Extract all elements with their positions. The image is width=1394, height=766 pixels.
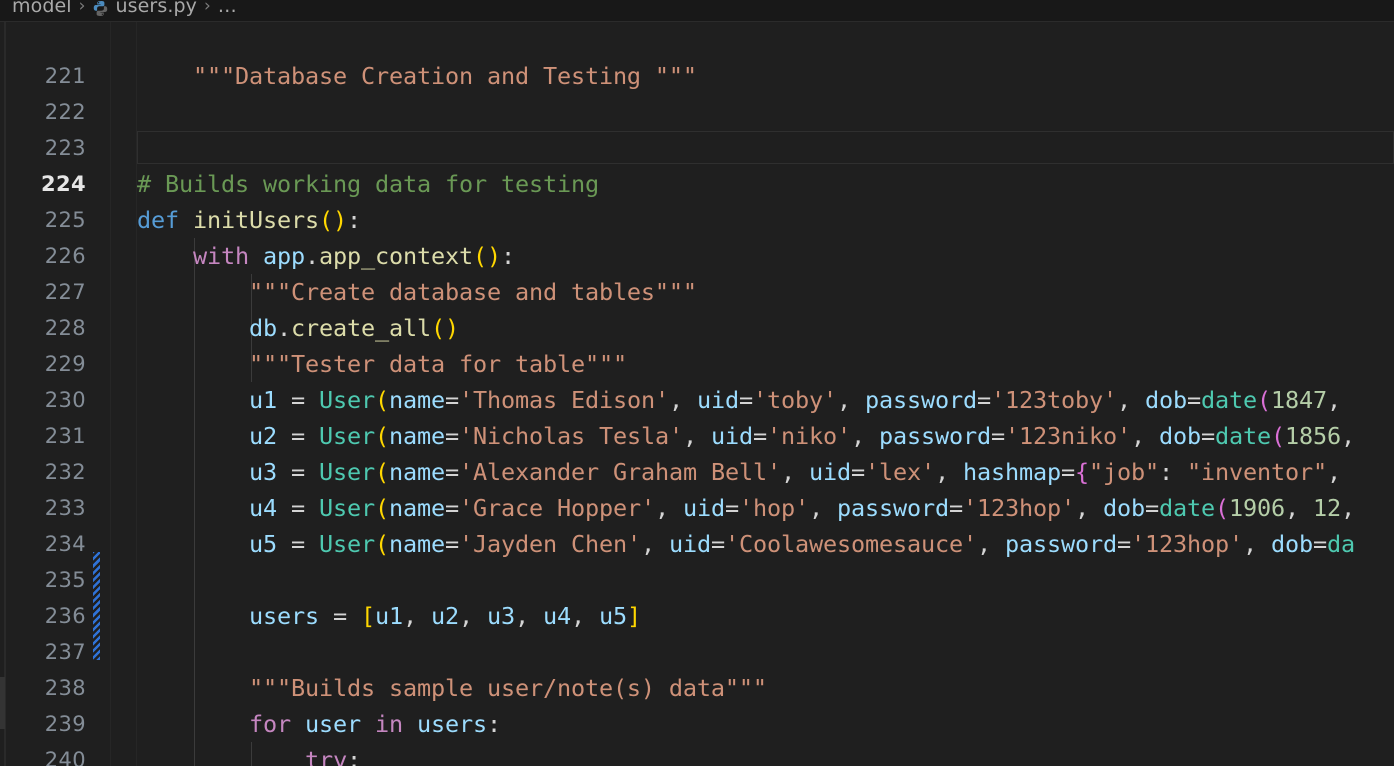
indent-guide (194, 634, 195, 670)
editor-left-scroll-thumb[interactable] (0, 677, 5, 729)
code-text: """Builds sample user/note(s) data""" (137, 674, 767, 702)
active-line-highlight (137, 131, 1394, 164)
git-modified-gutter-indicator[interactable] (93, 552, 100, 660)
code-editor[interactable]: 221 222 """Database Creation and Testing… (0, 22, 1394, 766)
editor-window: model › users.py › … 221 222 """Database… (0, 0, 1394, 766)
breadcrumb-item-symbol[interactable]: … (218, 0, 237, 17)
code-text: """Database Creation and Testing """ (137, 62, 697, 90)
code-line[interactable]: 241 try: (0, 742, 1394, 766)
code-line[interactable]: 240 for user in users: (0, 706, 1394, 766)
code-line[interactable]: 229 db.create_all() (0, 310, 1394, 376)
code-line-active[interactable]: 224 (0, 130, 1394, 196)
code-line[interactable]: 235 u5 = User(name='Jayden Chen', uid='C… (0, 526, 1394, 592)
code-text: # Builds working data for testing (137, 170, 599, 198)
code-line[interactable]: 221 (0, 22, 1394, 88)
gutter-separator-2 (136, 22, 137, 766)
code-line[interactable]: 231 u1 = User(name='Thomas Edison', uid=… (0, 382, 1394, 448)
code-text: u2 = User(name='Nicholas Tesla', uid='ni… (249, 422, 1355, 450)
code-text: u3 = User(name='Alexander Graham Bell', … (249, 458, 1341, 486)
gutter-separator-1 (110, 22, 111, 766)
code-line[interactable]: 227 with app.app_context(): (0, 238, 1394, 304)
code-line[interactable]: 230 """Tester data for table""" (0, 346, 1394, 412)
code-line[interactable]: 225 # Builds working data for testing (0, 166, 1394, 232)
code-text: users = [u1, u2, u3, u4, u5] (249, 602, 641, 630)
code-line[interactable]: 226 def initUsers(): (0, 202, 1394, 268)
code-text: for user in users: (249, 710, 501, 738)
code-line[interactable]: 228 """Create database and tables""" (0, 274, 1394, 340)
breadcrumb-item-model[interactable]: model (12, 0, 72, 17)
python-file-icon (92, 0, 109, 17)
code-line[interactable]: 237 users = [u1, u2, u3, u4, u5] (0, 598, 1394, 664)
breadcrumb-separator-2: › (203, 0, 211, 16)
editor-left-border (4, 22, 6, 766)
code-line[interactable]: 233 u3 = User(name='Alexander Graham Bel… (0, 454, 1394, 520)
code-text: u5 = User(name='Jayden Chen', uid='Coola… (249, 530, 1355, 558)
code-line[interactable]: 222 """Database Creation and Testing """ (0, 58, 1394, 124)
code-text: db.create_all() (249, 314, 459, 342)
code-line[interactable]: 239 """Builds sample user/note(s) data""… (0, 670, 1394, 736)
code-text: """Tester data for table""" (137, 350, 627, 378)
breadcrumb-separator-1: › (78, 0, 86, 16)
code-text: with app.app_context(): (193, 242, 515, 270)
breadcrumb-item-users-py[interactable]: users.py (115, 0, 197, 17)
code-line[interactable]: 223 (0, 94, 1394, 160)
code-lines: 221 222 """Database Creation and Testing… (0, 22, 1394, 766)
code-line[interactable]: 236 (0, 562, 1394, 628)
code-text: """Create database and tables""" (137, 278, 697, 306)
indent-guide (194, 562, 195, 598)
code-text: def initUsers(): (137, 206, 361, 234)
code-text: u1 = User(name='Thomas Edison', uid='tob… (249, 386, 1341, 414)
code-line[interactable]: 234 u4 = User(name='Grace Hopper', uid='… (0, 490, 1394, 556)
breadcrumb-bar: model › users.py › … (0, 0, 1394, 22)
code-line[interactable]: 232 u2 = User(name='Nicholas Tesla', uid… (0, 418, 1394, 484)
code-text: u4 = User(name='Grace Hopper', uid='hop'… (249, 494, 1355, 522)
code-line[interactable]: 238 (0, 634, 1394, 700)
code-text: try: (304, 746, 361, 766)
